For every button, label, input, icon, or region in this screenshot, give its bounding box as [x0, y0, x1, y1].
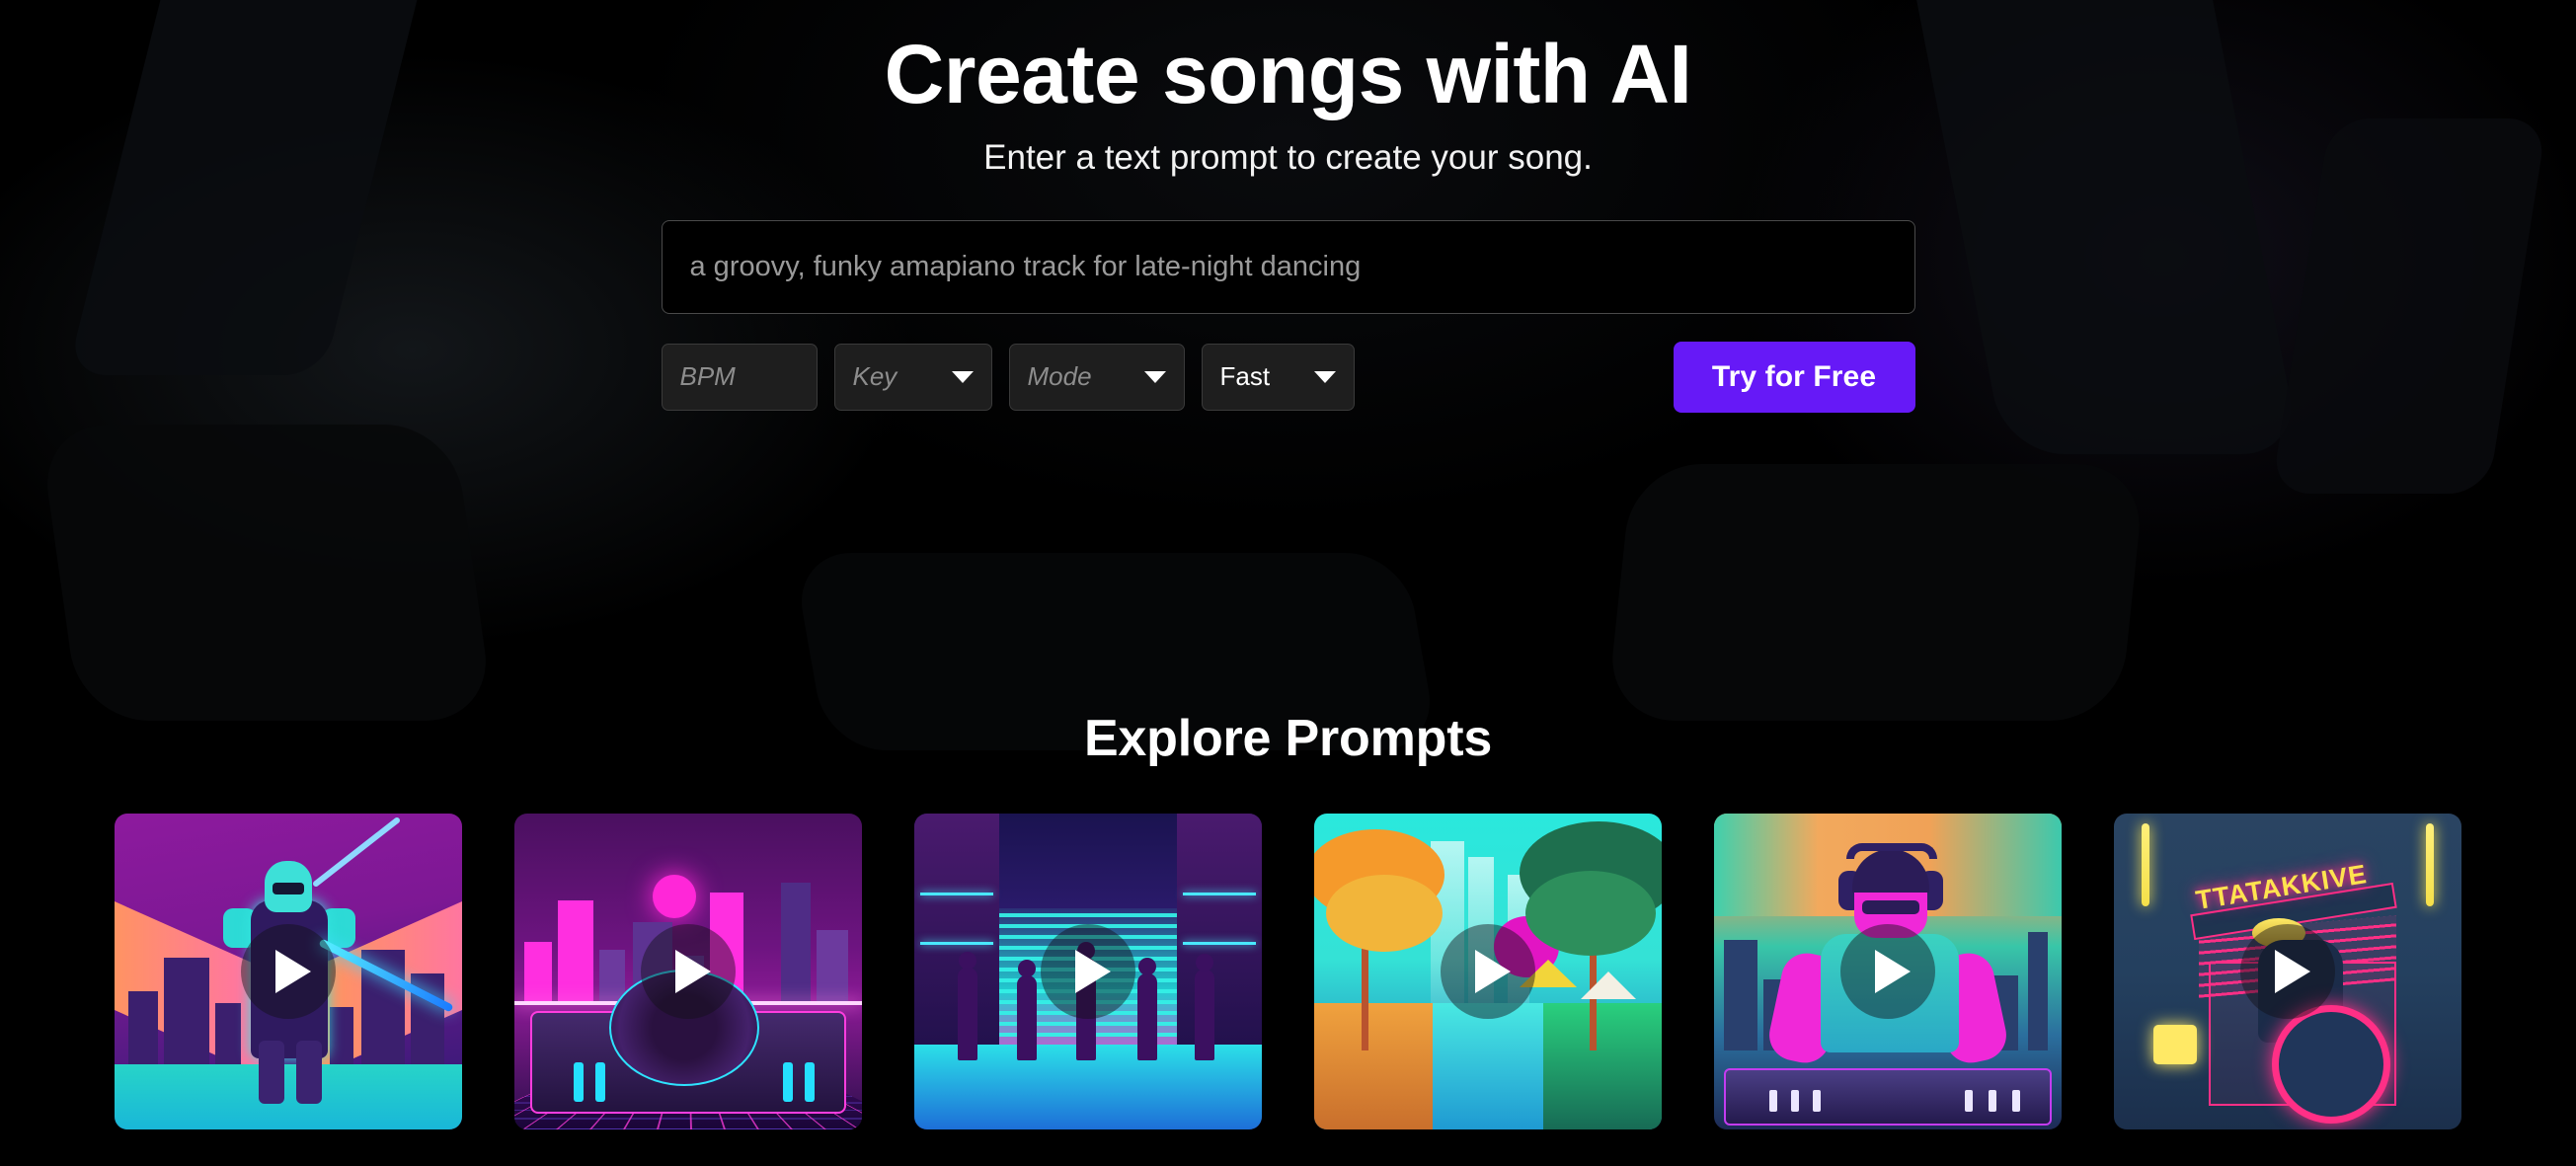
play-icon[interactable]	[241, 924, 336, 1019]
hero-section: Create songs with AI Enter a text prompt…	[0, 0, 2576, 413]
chevron-down-icon	[1143, 370, 1166, 383]
explore-prompts-title: Explore Prompts	[1083, 710, 1493, 767]
prompt-card-dj-mixer[interactable]	[1714, 814, 2062, 1129]
prompt-card-neon-drum-sign[interactable]: TTATAKKIVE	[2114, 814, 2461, 1129]
try-for-free-button[interactable]: Try for Free	[1673, 341, 1915, 413]
prompt-card-neon-dancers[interactable]	[914, 814, 1262, 1129]
explore-prompts-section: Explore Prompts TTATAKKIVE	[0, 709, 2576, 1129]
key-placeholder-label: Key	[852, 361, 898, 392]
play-icon[interactable]	[2240, 924, 2335, 1019]
mode-placeholder-label: Mode	[1027, 361, 1092, 392]
prompt-controls-row: BPM Key Mode Fast Try for Free	[661, 341, 1915, 413]
speed-select[interactable]: Fast	[1201, 343, 1355, 411]
prompt-card-tropical-canal[interactable]	[1314, 814, 1662, 1129]
bpm-input[interactable]: BPM	[661, 343, 818, 411]
key-select[interactable]: Key	[833, 343, 992, 411]
bpm-placeholder-label: BPM	[679, 361, 736, 392]
chevron-down-icon	[1313, 370, 1336, 383]
mode-select[interactable]: Mode	[1008, 343, 1185, 411]
page-subtitle: Enter a text prompt to create your song.	[983, 137, 1593, 177]
speed-selected-value: Fast	[1219, 361, 1271, 392]
page-root: Create songs with AI Enter a text prompt…	[0, 0, 2576, 1166]
play-icon[interactable]	[1041, 924, 1135, 1019]
prompt-cards-row: TTATAKKIVE	[0, 814, 2576, 1129]
prompt-input[interactable]	[661, 219, 1915, 314]
chevron-down-icon	[951, 370, 974, 383]
page-title: Create songs with AI	[884, 28, 1692, 120]
play-icon[interactable]	[1441, 924, 1535, 1019]
prompt-card-synthwave-turntable[interactable]	[514, 814, 862, 1129]
play-icon[interactable]	[1840, 924, 1935, 1019]
prompt-form: BPM Key Mode Fast Try for Free	[661, 219, 1915, 413]
prompt-card-cyber-knight[interactable]	[115, 814, 462, 1129]
play-icon[interactable]	[641, 924, 736, 1019]
